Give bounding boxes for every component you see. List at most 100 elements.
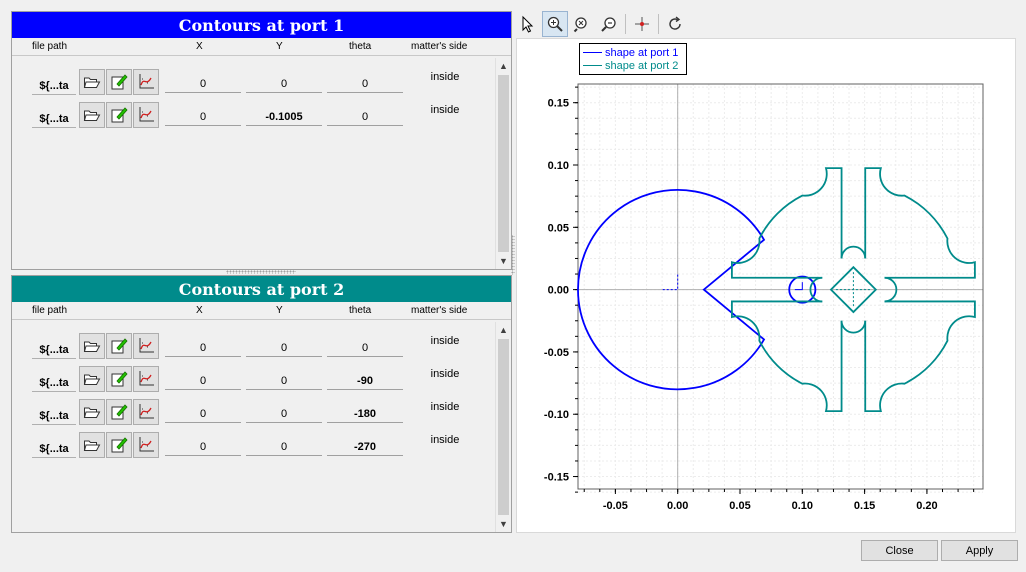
open-folder-button[interactable]: [79, 69, 105, 95]
plot-button[interactable]: [133, 399, 159, 425]
open-folder-icon: [83, 77, 101, 88]
legend-item-port1: shape at port 1: [583, 46, 683, 59]
open-folder-icon: [83, 407, 101, 418]
header-x: X: [196, 305, 203, 316]
header-matter-side: matter's side: [411, 305, 468, 316]
plot-button[interactable]: [133, 102, 159, 128]
theta-field[interactable]: 0: [327, 75, 403, 93]
apply-button[interactable]: Apply: [941, 540, 1018, 561]
plot-icon: [139, 371, 154, 386]
theta-field[interactable]: 0: [327, 339, 403, 357]
file-path-field[interactable]: ${...ta: [32, 377, 76, 392]
legend-swatch-port1: [583, 52, 602, 53]
edit-button[interactable]: [106, 432, 132, 458]
matter-side-field[interactable]: inside: [412, 434, 478, 446]
close-button[interactable]: Close: [861, 540, 938, 561]
open-folder-button[interactable]: [79, 333, 105, 359]
file-path-field[interactable]: ${...ta: [32, 80, 76, 95]
y-field[interactable]: 0: [246, 405, 322, 423]
chart-legend: shape at port 1 shape at port 2: [579, 43, 687, 75]
plot-icon: [139, 338, 154, 353]
header-y: Y: [276, 41, 283, 52]
edit-button[interactable]: [106, 69, 132, 95]
plot-button[interactable]: [133, 69, 159, 95]
matter-side-field[interactable]: inside: [412, 368, 478, 380]
header-y: Y: [276, 305, 283, 316]
zoom-out-icon[interactable]: [569, 11, 595, 37]
file-path-field[interactable]: ${...ta: [32, 410, 76, 425]
port1-panel: Contours at port 1 file path X Y theta m…: [11, 11, 512, 270]
x-field[interactable]: 0: [165, 75, 241, 93]
matter-side-field[interactable]: inside: [412, 71, 478, 83]
y-field[interactable]: 0: [246, 438, 322, 456]
port2-title: Contours at port 2: [12, 276, 511, 302]
y-field[interactable]: 0: [246, 339, 322, 357]
scroll-up-icon[interactable]: ▲: [496, 58, 511, 74]
edit-button[interactable]: [106, 399, 132, 425]
open-folder-button[interactable]: [79, 432, 105, 458]
plot-button[interactable]: [133, 432, 159, 458]
theta-field[interactable]: -180: [327, 405, 403, 423]
y-field[interactable]: 0: [246, 75, 322, 93]
header-file-path: file path: [32, 41, 68, 52]
matter-side-field[interactable]: inside: [412, 401, 478, 413]
port1-column-header: file path X Y theta matter's side: [12, 38, 511, 56]
port2-scrollbar[interactable]: ▲ ▼: [495, 322, 511, 532]
theta-field[interactable]: 0: [327, 108, 403, 126]
header-file-path: file path: [32, 305, 68, 316]
matter-side-field[interactable]: inside: [412, 335, 478, 347]
x-field[interactable]: 0: [165, 438, 241, 456]
scroll-thumb[interactable]: [498, 339, 509, 515]
contour-row: ${...ta 0 -0.1005 0 inside: [12, 102, 494, 135]
plot-button[interactable]: [133, 333, 159, 359]
scroll-up-icon[interactable]: ▲: [496, 322, 511, 338]
port1-rows: ${...ta 0 0 0 inside ${...ta 0 -0.1005 0…: [12, 58, 495, 269]
contour-row: ${...ta 0 0 -180 inside: [12, 399, 494, 432]
open-folder-icon: [83, 341, 101, 352]
open-folder-button[interactable]: [79, 366, 105, 392]
reset-view-icon[interactable]: [662, 11, 688, 37]
zoom-region-icon[interactable]: [542, 11, 568, 37]
x-field[interactable]: 0: [165, 108, 241, 126]
plot-toolbar: [515, 11, 688, 37]
legend-label-port2: shape at port 2: [605, 59, 679, 72]
select-arrow-icon[interactable]: [515, 11, 541, 37]
edit-button[interactable]: [106, 366, 132, 392]
file-path-field[interactable]: ${...ta: [32, 113, 76, 128]
x-field[interactable]: 0: [165, 339, 241, 357]
vertical-splitter[interactable]: [511, 235, 515, 275]
x-field[interactable]: 0: [165, 372, 241, 390]
file-path-field[interactable]: ${...ta: [32, 443, 76, 458]
legend-swatch-port2: [583, 65, 602, 66]
horizontal-splitter[interactable]: [226, 270, 296, 274]
y-field[interactable]: 0: [246, 372, 322, 390]
edit-button[interactable]: [106, 333, 132, 359]
contour-row: ${...ta 0 0 -270 inside: [12, 432, 494, 465]
plot-icon: [139, 74, 154, 89]
contour-row: ${...ta 0 0 -90 inside: [12, 366, 494, 399]
plot-button[interactable]: [133, 366, 159, 392]
scroll-thumb[interactable]: [498, 75, 509, 252]
zoom-in-icon[interactable]: [596, 11, 622, 37]
port1-scrollbar[interactable]: ▲ ▼: [495, 58, 511, 269]
open-folder-button[interactable]: [79, 399, 105, 425]
edit-button[interactable]: [106, 102, 132, 128]
plot-icon: [139, 107, 154, 122]
theta-field[interactable]: -90: [327, 372, 403, 390]
toolbar-separator: [625, 14, 626, 34]
port2-column-header: file path X Y theta matter's side: [12, 302, 511, 320]
theta-field[interactable]: -270: [327, 438, 403, 456]
crosshair-icon[interactable]: [629, 11, 655, 37]
y-field[interactable]: -0.1005: [246, 108, 322, 126]
x-field[interactable]: 0: [165, 405, 241, 423]
open-folder-icon: [83, 374, 101, 385]
open-folder-icon: [83, 440, 101, 451]
scroll-down-icon[interactable]: ▼: [496, 516, 511, 532]
scroll-down-icon[interactable]: ▼: [496, 253, 511, 269]
legend-item-port2: shape at port 2: [583, 59, 683, 72]
matter-side-field[interactable]: inside: [412, 104, 478, 116]
plot-area[interactable]: [516, 38, 1016, 533]
open-folder-button[interactable]: [79, 102, 105, 128]
file-path-field[interactable]: ${...ta: [32, 344, 76, 359]
edit-icon: [111, 404, 128, 420]
